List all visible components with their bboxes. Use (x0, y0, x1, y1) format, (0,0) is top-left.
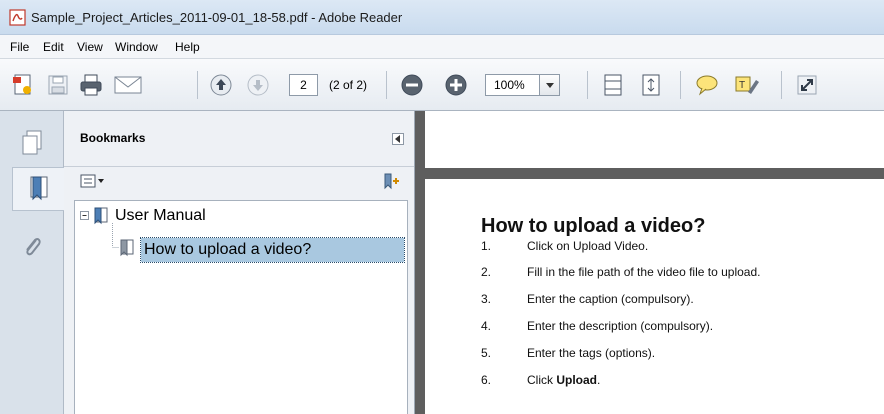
bookmarks-tree: User Manual How to upload a video? (74, 200, 408, 414)
bookmark-item-how-to-upload[interactable]: How to upload a video? (140, 237, 405, 263)
window-title: Sample_Project_Articles_2011-09-01_18-58… (31, 10, 403, 25)
zoom-out-icon (401, 74, 423, 96)
svg-text:T: T (739, 80, 745, 91)
collapse-panel-button[interactable] (392, 133, 404, 145)
toolbar: 2 (2 of 2) 100% T (0, 59, 884, 111)
save-icon (48, 75, 68, 95)
bookmark-label: User Manual (115, 207, 206, 224)
document-heading: How to upload a video? (481, 215, 706, 237)
fit-page-button[interactable] (600, 72, 626, 98)
zoom-input[interactable]: 100% (485, 74, 540, 96)
chevron-down-icon (98, 179, 104, 183)
highlight-button[interactable]: T (734, 72, 760, 98)
bookmarks-icon (30, 176, 47, 201)
options-menu-icon (80, 174, 96, 188)
page-number-input[interactable]: 2 (289, 74, 318, 96)
email-button[interactable] (113, 72, 143, 98)
full-screen-icon (797, 75, 817, 95)
bookmarks-tab-button[interactable] (12, 167, 64, 211)
bookmark-icon-child (119, 239, 135, 260)
fit-width-icon (642, 74, 660, 96)
fit-width-button[interactable] (638, 72, 664, 98)
paperclip-icon (26, 237, 41, 256)
menu-edit[interactable]: Edit (43, 40, 64, 54)
zoom-out-button[interactable] (399, 72, 425, 98)
menu-view[interactable]: View (77, 40, 103, 54)
new-bookmark-icon (384, 173, 399, 190)
menu-bar: File Edit View Window Help (0, 35, 884, 59)
page-count: (2 of 2) (329, 78, 368, 92)
toolbar-separator (680, 71, 681, 99)
save-button[interactable] (45, 72, 71, 98)
toolbar-separator (587, 71, 588, 99)
adobe-pdf-icon (9, 9, 26, 26)
menu-window[interactable]: Window (115, 40, 158, 54)
next-page-button[interactable] (245, 72, 271, 98)
zoom-in-icon (445, 74, 467, 96)
toolbar-separator (781, 71, 782, 99)
bookmark-label: How to upload a video? (144, 241, 312, 258)
previous-page-icon (210, 74, 232, 96)
fit-page-icon (604, 74, 622, 96)
bookmarks-header: Bookmarks (64, 111, 414, 167)
page-2: How to upload a video? 1. Click on Uploa… (425, 179, 884, 414)
menu-file[interactable]: File (10, 40, 29, 54)
chevron-left-icon (395, 135, 400, 143)
bookmark-icon (120, 239, 134, 257)
print-icon (80, 74, 102, 96)
zoom-dropdown-button[interactable] (540, 74, 560, 96)
menu-help[interactable]: Help (175, 40, 200, 54)
highlight-icon: T (735, 76, 759, 94)
navigation-pane-strip (0, 111, 64, 414)
toolbar-separator (386, 71, 387, 99)
toolbar-separator (197, 71, 198, 99)
bookmarks-title: Bookmarks (80, 131, 146, 145)
title-bar: Sample_Project_Articles_2011-09-01_18-58… (0, 0, 884, 35)
create-pdf-icon (13, 74, 31, 95)
bookmarks-panel: Bookmarks User Manual How to upload a vi… (64, 111, 415, 414)
comment-button[interactable] (694, 72, 720, 98)
previous-page-button[interactable] (208, 72, 234, 98)
next-page-icon (247, 74, 269, 96)
bookmark-icon (94, 207, 108, 225)
comment-icon (696, 75, 718, 96)
page-1-bottom (425, 111, 884, 168)
bookmark-item-user-manual[interactable]: User Manual (93, 207, 206, 225)
new-bookmark-button[interactable] (382, 173, 400, 194)
attachments-button[interactable] (10, 225, 54, 269)
zoom-in-button[interactable] (443, 72, 469, 98)
pages-icon (22, 130, 42, 155)
pages-button[interactable] (10, 121, 54, 165)
email-icon (114, 76, 142, 94)
chevron-down-icon (545, 82, 554, 88)
create-pdf-button[interactable] (10, 72, 36, 98)
document-view[interactable]: How to upload a video? 1. Click on Uploa… (415, 111, 884, 414)
print-button[interactable] (78, 72, 104, 98)
bookmark-options-button[interactable] (80, 174, 104, 188)
full-screen-button[interactable] (794, 72, 820, 98)
bookmarks-toolbar (64, 168, 414, 198)
